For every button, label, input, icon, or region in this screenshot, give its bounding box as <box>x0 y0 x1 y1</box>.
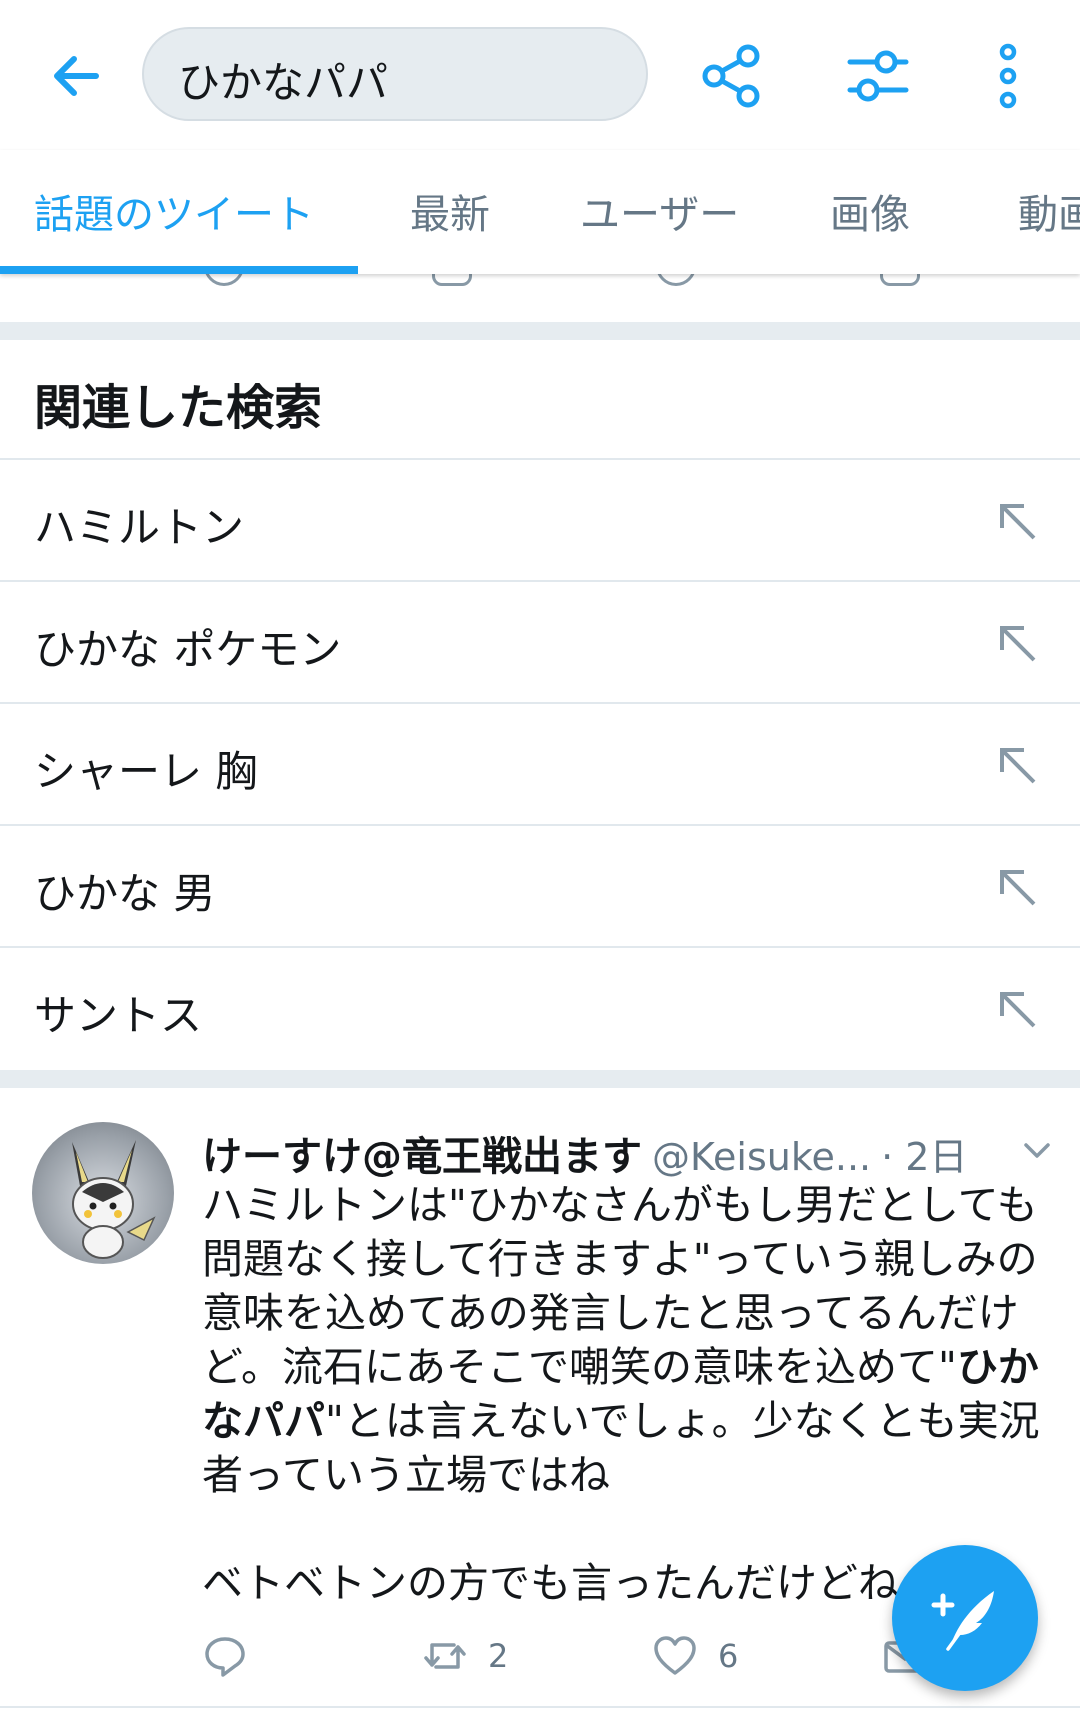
previous-tweet-actions <box>0 274 1080 322</box>
arrow-left-icon <box>54 56 99 96</box>
tweet-text-part: ベトベトンの方でも言ったんだけどね <box>202 1559 899 1607</box>
arrow-up-left-icon[interactable] <box>994 986 1040 1032</box>
more-options-button[interactable] <box>980 40 1036 112</box>
tweet-text: ハミルトンは"ひかなさんがもし男だとしても問題なく接して行きますよ"っていう親し… <box>202 1178 1052 1610</box>
tab-users[interactable]: ユーザー <box>580 182 739 240</box>
retweet-button[interactable]: 2 <box>422 1628 508 1684</box>
reply-icon[interactable] <box>204 274 244 286</box>
share-button[interactable] <box>696 40 768 112</box>
arrow-up-left-icon[interactable] <box>994 498 1040 544</box>
chevron-down-icon[interactable] <box>1020 1134 1054 1168</box>
reply-button[interactable] <box>202 1628 248 1684</box>
tweet-text-part: ハミルトンは"ひかなさんがもし男だとしても問題なく接して行きますよ"っていう親し… <box>202 1181 1038 1391</box>
search-input[interactable]: ひかなパパ <box>142 27 648 121</box>
tweet-author-handle[interactable]: @Keisuke... <box>652 1135 871 1179</box>
more-vertical-icon <box>999 43 1017 109</box>
search-tabs: 話題のツイート 最新 ユーザー 画像 動画 <box>0 150 1080 274</box>
filter-button[interactable] <box>842 40 914 112</box>
related-search-item[interactable]: サントス <box>0 946 1080 1070</box>
share-tweet-icon[interactable] <box>880 274 920 286</box>
avatar[interactable] <box>32 1122 174 1264</box>
like-icon[interactable] <box>656 274 696 286</box>
tab-images[interactable]: 画像 <box>830 182 910 240</box>
tab-top-tweets[interactable]: 話題のツイート <box>34 182 314 240</box>
related-search-label: シャーレ 胸 <box>34 747 258 796</box>
related-search-item[interactable]: ハミルトン <box>0 458 1080 580</box>
tweet-author-name[interactable]: けーすけ@竜王戦出ます <box>202 1134 642 1180</box>
compose-feather-icon <box>931 1591 994 1651</box>
related-search-item[interactable]: ひかな 男 <box>0 824 1080 946</box>
like-button[interactable]: 6 <box>652 1628 738 1684</box>
retweet-count: 2 <box>488 1637 509 1675</box>
back-button[interactable] <box>44 44 108 108</box>
arrow-up-left-icon[interactable] <box>994 864 1040 910</box>
tweet-divider <box>0 1706 1080 1708</box>
heart-icon <box>654 1636 696 1675</box>
retweet-icon <box>424 1643 466 1669</box>
related-search-label: ハミルトン <box>34 503 245 552</box>
section-divider <box>0 1070 1080 1088</box>
avatar-character-image <box>72 1140 156 1259</box>
related-search-item[interactable]: ひかな ポケモン <box>0 580 1080 702</box>
related-search-label: サントス <box>34 991 203 1040</box>
related-searches-title: 関連した検索 <box>34 380 323 436</box>
active-tab-indicator <box>0 266 358 274</box>
compose-tweet-button[interactable] <box>892 1545 1038 1691</box>
reply-icon <box>205 1637 245 1677</box>
sliders-icon <box>847 50 909 102</box>
tweet-text-part: "とは言えないでしょ。少なくとも実況者っていう立場ではね <box>202 1397 1040 1499</box>
tab-videos[interactable]: 動画 <box>1018 182 1080 240</box>
section-divider <box>0 322 1080 340</box>
related-search-item[interactable]: シャーレ 胸 <box>0 702 1080 824</box>
arrow-up-left-icon[interactable] <box>994 620 1040 666</box>
related-search-label: ひかな 男 <box>34 869 216 918</box>
tweet-timestamp: · 2日 <box>881 1135 968 1179</box>
top-bar: ひかなパパ <box>0 0 1080 150</box>
related-search-label: ひかな ポケモン <box>34 625 342 674</box>
like-count: 6 <box>718 1637 739 1675</box>
arrow-up-left-icon[interactable] <box>994 742 1040 788</box>
share-icon <box>702 44 760 108</box>
retweet-icon[interactable] <box>432 274 472 286</box>
search-query: ひかなパパ <box>178 58 389 107</box>
tweet-header: けーすけ@竜王戦出ます @Keisuke... · 2日 <box>202 1124 1042 1182</box>
tab-latest[interactable]: 最新 <box>410 182 490 240</box>
